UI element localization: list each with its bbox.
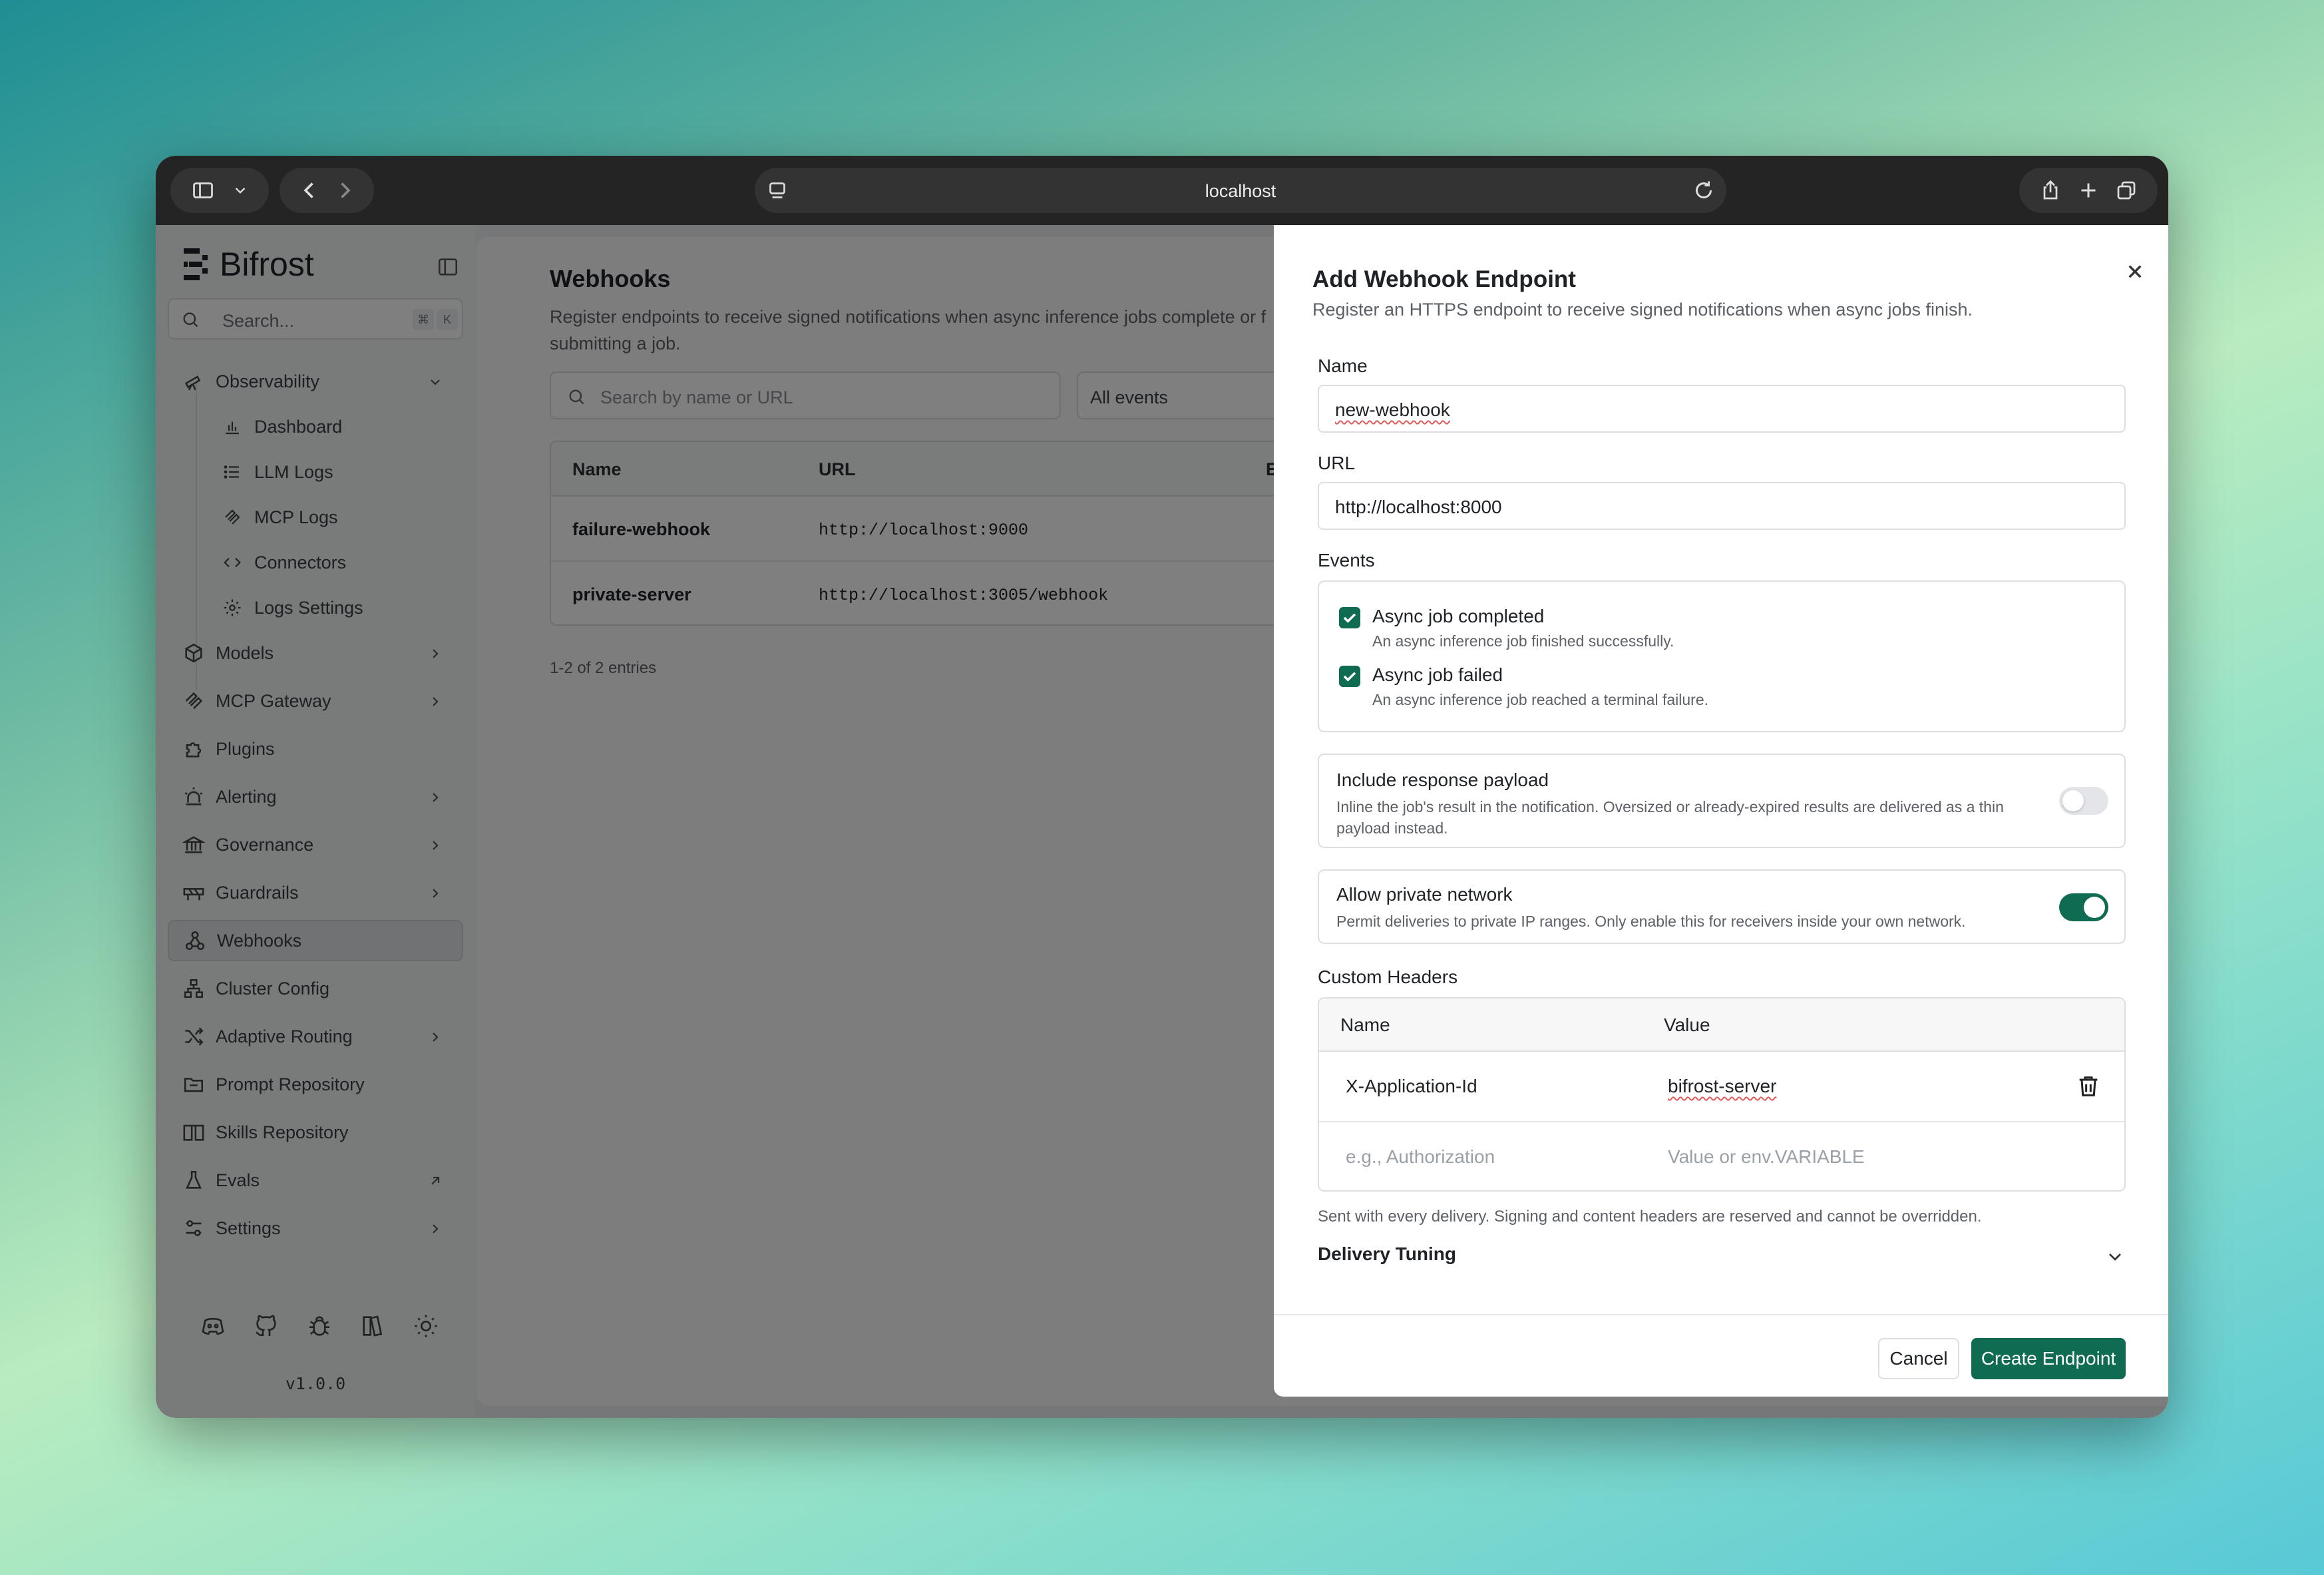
include-payload-title: Include response payload [1336,770,1549,790]
new-header-name-input[interactable]: e.g., Authorization [1346,1146,1495,1168]
dialog-title: Add Webhook Endpoint [1312,266,1576,292]
chevron-down-icon[interactable] [232,182,249,199]
new-header-row: e.g., Authorization Value or env.VARIABL… [1319,1122,2124,1190]
add-webhook-dialog: Add Webhook Endpoint Register an HTTPS e… [1274,225,2168,1397]
name-field-label: Name [1318,355,1368,376]
event-completed-checkbox[interactable] [1339,607,1360,628]
toggle-knob [2062,790,2084,811]
app-content: Bifrost Search... ⌘ K Observability Dash… [156,225,2168,1418]
private-network-title: Allow private network [1336,884,1513,905]
events-label: Events [1318,550,1375,570]
trash-icon[interactable] [2075,1073,2102,1100]
event-completed-label[interactable]: Async job completed [1372,606,1544,627]
url-input-value: http://localhost:8000 [1335,497,1502,517]
url-input[interactable]: http://localhost:8000 [1318,482,2126,530]
events-checkbox-group: Async job completed An async inference j… [1318,580,2126,732]
sidebar-icon[interactable] [191,178,215,202]
private-network-toggle[interactable] [2059,893,2108,921]
check-icon [1343,613,1356,623]
headers-table-header: Name Value [1319,999,2124,1052]
delivery-tuning-toggle[interactable]: Delivery Tuning [1318,1243,1456,1265]
header-column-value: Value [1664,1014,1710,1035]
include-payload-toggle[interactable] [2059,787,2108,815]
browser-toolbar: localhost [156,156,2168,225]
name-input[interactable]: new-webhook [1318,385,2126,433]
back-icon[interactable] [297,178,321,202]
url-text[interactable]: localhost [755,181,1726,202]
new-tab-icon[interactable] [2076,178,2100,202]
private-network-description: Permit deliveries to private IP ranges. … [1336,913,1966,930]
check-icon [1343,672,1356,682]
dialog-footer: Cancel Create Endpoint [1274,1314,2168,1397]
chevron-down-icon[interactable] [2104,1246,2126,1267]
header-row: X-Application-Id bifrost-server [1319,1052,2124,1122]
tabs-overview-icon[interactable] [2114,178,2138,202]
include-payload-description: Inline the job's result in the notificat… [1336,798,2004,837]
custom-headers-table: Name Value X-Application-Id bifrost-serv… [1318,997,2126,1192]
headers-help-text: Sent with every delivery. Signing and co… [1318,1208,1982,1226]
toggle-knob [2084,897,2105,918]
create-endpoint-button[interactable]: Create Endpoint [1971,1338,2126,1379]
close-icon[interactable] [2122,258,2148,285]
nav-buttons [280,168,374,213]
new-header-value-input[interactable]: Value or env.VARIABLE [1668,1146,1865,1168]
include-payload-setting: Include response payload Inline the job'… [1318,754,2126,848]
event-failed-checkbox[interactable] [1339,666,1360,687]
share-icon[interactable] [2038,178,2062,202]
header-name-input[interactable]: X-Application-Id [1346,1076,1477,1097]
reload-icon[interactable] [1692,178,1716,202]
sidebar-toggle-group[interactable] [170,168,269,213]
event-failed-label[interactable]: Async job failed [1372,664,1503,686]
browser-actions [2019,168,2158,213]
cancel-button[interactable]: Cancel [1878,1338,1959,1379]
header-value-input[interactable]: bifrost-server [1668,1076,1776,1097]
private-network-setting: Allow private network Permit deliveries … [1318,869,2126,944]
dialog-subtitle: Register an HTTPS endpoint to receive si… [1312,300,1973,320]
browser-window: localhost Bifrost Search... ⌘ K Obs [156,156,2168,1418]
event-completed-description: An async inference job finished successf… [1372,632,1674,650]
header-column-name: Name [1340,1014,1390,1035]
name-input-value: new-webhook [1335,399,1450,420]
url-field-label: URL [1318,453,1356,473]
forward-icon[interactable] [333,178,357,202]
address-bar[interactable]: localhost [755,168,1726,213]
event-failed-description: An async inference job reached a termina… [1372,691,1709,708]
custom-headers-label: Custom Headers [1318,967,1458,987]
